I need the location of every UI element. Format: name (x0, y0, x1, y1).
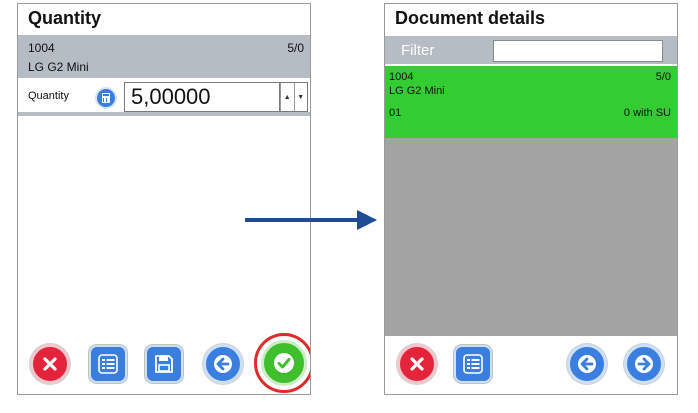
row-name: LG G2 Mini (389, 85, 445, 97)
item-header: 1004 5/0 LG G2 Mini (18, 35, 310, 78)
item-name: LG G2 Mini (28, 60, 89, 74)
transition-arrow-icon (245, 210, 377, 230)
document-row[interactable]: 1004 5/0 LG G2 Mini 01 0 with SU (385, 66, 677, 138)
close-icon (410, 357, 424, 371)
list-icon (463, 354, 483, 374)
bottom-toolbar (18, 333, 310, 393)
item-count: 5/0 (287, 41, 304, 55)
filter-label: Filter (401, 42, 435, 59)
back-button[interactable] (203, 344, 243, 384)
row-count: 5/0 (655, 71, 671, 83)
arrow-left-icon (578, 355, 596, 373)
confirm-button[interactable] (261, 340, 307, 386)
quantity-screen: Quantity 1004 5/0 LG G2 Mini Quantity ▲ … (17, 3, 311, 395)
save-button[interactable] (145, 345, 183, 383)
filter-bar: Filter (385, 36, 677, 64)
close-icon (43, 357, 57, 371)
quantity-row: Quantity ▲ ▼ (18, 80, 310, 116)
arrow-right-icon (635, 355, 653, 373)
checkmark-icon (274, 353, 294, 373)
page-title: Document details (395, 8, 546, 28)
arrow-left-icon (214, 355, 232, 373)
row-location: 01 (389, 107, 402, 119)
save-icon (155, 355, 173, 373)
document-details-screen: Document details Filter 1004 5/0 LG G2 M… (384, 3, 678, 395)
item-code: 1004 (28, 41, 55, 55)
back-button[interactable] (567, 344, 607, 384)
list-icon (98, 354, 118, 374)
list-button[interactable] (454, 345, 492, 383)
calculator-icon[interactable] (95, 87, 117, 109)
list-button[interactable] (89, 345, 127, 383)
bottom-toolbar (385, 342, 677, 392)
cancel-button[interactable] (30, 344, 70, 384)
stepper-down-button[interactable]: ▼ (293, 83, 308, 111)
stepper-up-button[interactable]: ▲ (280, 83, 294, 111)
cancel-button[interactable] (397, 344, 437, 384)
quantity-stepper[interactable]: ▲ ▼ (280, 82, 308, 112)
forward-button[interactable] (624, 344, 664, 384)
row-code: 1004 (389, 71, 414, 83)
quantity-label: Quantity (28, 90, 69, 102)
empty-list-area (385, 138, 677, 336)
row-su: 0 with SU (623, 107, 671, 119)
page-title: Quantity (28, 8, 102, 28)
quantity-input[interactable] (124, 82, 280, 112)
filter-input[interactable] (493, 40, 663, 62)
